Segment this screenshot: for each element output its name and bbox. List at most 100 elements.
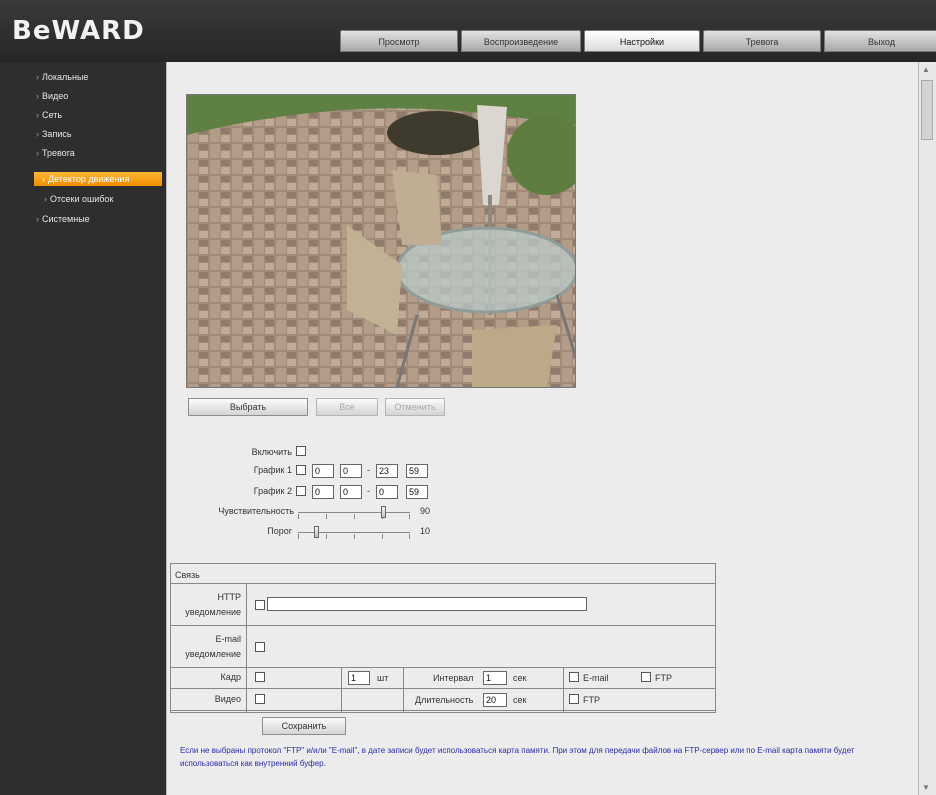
tab-settings[interactable]: Настройки [584, 30, 700, 52]
snapshot-email-label: E-mail [583, 673, 609, 683]
video-label: Видео [214, 694, 241, 704]
table-divider [171, 710, 715, 711]
snapshot-ftp-checkbox[interactable] [641, 672, 651, 682]
snapshot-email-checkbox[interactable] [569, 672, 579, 682]
sensitivity-tick [298, 514, 299, 519]
actions-table: Связь HTTP уведомление E-mail уведомлени… [170, 563, 716, 713]
enable-checkbox[interactable] [296, 446, 306, 456]
tab-playback[interactable]: Воспроизведение [461, 30, 581, 52]
vertical-scrollbar[interactable]: ▲ ▼ [918, 62, 936, 795]
threshold-tick [326, 534, 327, 539]
sensitivity-tick [409, 514, 410, 519]
bullet-icon: › [44, 194, 47, 204]
scroll-up-icon[interactable]: ▲ [922, 65, 930, 74]
snapshot-ftp-label: FTP [655, 673, 672, 683]
top-tabs: Просмотр Воспроизведение Настройки Трево… [340, 30, 936, 52]
schedule1-end-minute[interactable]: 59 [406, 464, 428, 478]
schedule1-range-separator: - [367, 465, 370, 475]
interval-unit: сек [513, 673, 527, 683]
video-ftp-checkbox[interactable] [569, 694, 579, 704]
table-divider [171, 667, 715, 668]
video-ftp-label: FTP [583, 695, 600, 705]
table-divider [563, 667, 564, 712]
http-url-input[interactable] [267, 597, 587, 611]
duration-input[interactable]: 20 [483, 693, 507, 707]
sidebar-item-video[interactable]: › Видео [36, 91, 68, 101]
table-divider [171, 583, 715, 584]
sensitivity-tick [326, 514, 327, 519]
bullet-icon: › [36, 91, 39, 101]
schedule1-end-hour[interactable]: 23 [376, 464, 398, 478]
interval-label: Интервал [433, 673, 474, 683]
schedule2-start-minute[interactable]: 0 [340, 485, 362, 499]
sidebar-item-record[interactable]: › Запись [36, 129, 72, 139]
tab-exit[interactable]: Выход [824, 30, 936, 52]
snapshot-checkbox[interactable] [255, 672, 265, 682]
sidebar: › Локальные › Видео › Сеть › Запись › Тревога… [0, 62, 166, 795]
table-divider [171, 688, 715, 689]
snapshot-count-unit: шт [377, 673, 389, 683]
beward-logo: BeWARD [12, 16, 145, 46]
bullet-icon: › [36, 72, 39, 82]
schedule1-checkbox[interactable] [296, 465, 306, 475]
duration-label: Длительность [415, 695, 474, 705]
bullet-icon: › [42, 174, 45, 184]
clear-area-button[interactable]: Все [316, 398, 378, 416]
schedule1-start-hour[interactable]: 0 [312, 464, 334, 478]
bullet-icon: › [36, 214, 39, 224]
interval-input[interactable]: 1 [483, 671, 507, 685]
threshold-tick [382, 534, 383, 539]
bullet-icon: › [36, 129, 39, 139]
snapshot-label: Кадр [220, 672, 241, 682]
select-area-button[interactable]: Выбрать [188, 398, 308, 416]
enable-label: Включить [251, 447, 292, 457]
sensitivity-tick [354, 514, 355, 519]
table-divider [171, 625, 715, 626]
scroll-down-icon[interactable]: ▼ [922, 783, 930, 792]
camera-preview[interactable] [186, 94, 576, 388]
threshold-tick [298, 534, 299, 539]
schedule2-label: График 2 [253, 486, 292, 496]
revert-area-button[interactable]: Отменить [385, 398, 445, 416]
sidebar-item-alarm[interactable]: › Тревога [36, 148, 75, 158]
table-divider [246, 583, 247, 712]
threshold-tick [354, 534, 355, 539]
sidebar-item-errors[interactable]: › Отсеки ошибок [44, 194, 113, 204]
schedule2-end-minute[interactable]: 59 [406, 485, 428, 499]
tab-alarm[interactable]: Тревога [703, 30, 821, 52]
threshold-tick [409, 534, 410, 539]
http-checkbox[interactable] [255, 600, 265, 610]
patio-camera-image [187, 95, 575, 387]
snapshot-count-input[interactable]: 1 [348, 671, 370, 685]
threshold-slider-thumb[interactable] [314, 526, 319, 538]
schedule1-start-minute[interactable]: 0 [340, 464, 362, 478]
threshold-value: 10 [420, 526, 431, 536]
sensitivity-label: Чувствительность [218, 506, 294, 516]
tab-view[interactable]: Просмотр [340, 30, 458, 52]
http-label: HTTP уведомление [185, 592, 241, 617]
video-checkbox[interactable] [255, 694, 265, 704]
sidebar-item-system[interactable]: › Системные [36, 214, 90, 224]
sidebar-item-network[interactable]: › Сеть [36, 110, 62, 120]
table-divider [341, 667, 342, 712]
email-label: E-mail уведомление [185, 634, 241, 659]
table-divider [403, 667, 404, 712]
scroll-thumb[interactable] [921, 80, 933, 140]
threshold-label: Порог [267, 526, 292, 536]
header: BeWARD Просмотр Воспроизведение Настройк… [0, 0, 936, 62]
schedule2-checkbox[interactable] [296, 486, 306, 496]
sensitivity-track [298, 512, 410, 513]
duration-unit: сек [513, 695, 527, 705]
bullet-icon: › [36, 148, 39, 158]
sensitivity-slider-thumb[interactable] [381, 506, 386, 518]
sensitivity-value: 90 [420, 506, 431, 516]
schedule2-end-hour[interactable]: 0 [376, 485, 398, 499]
schedule2-start-hour[interactable]: 0 [312, 485, 334, 499]
schedule2-range-separator: - [367, 486, 370, 496]
actions-title: Связь [175, 570, 200, 580]
schedule1-label: График 1 [253, 465, 292, 475]
sidebar-item-local[interactable]: › Локальные [36, 72, 88, 82]
sidebar-item-motion-detection[interactable]: › Детектор движения [34, 172, 162, 186]
email-checkbox[interactable] [255, 642, 265, 652]
save-button[interactable]: Сохранить [262, 717, 346, 735]
